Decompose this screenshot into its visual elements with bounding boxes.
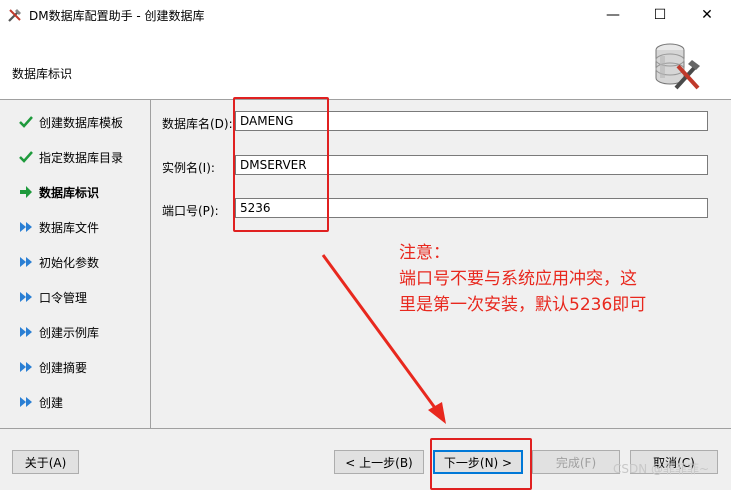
finish-button[interactable]: 完成(F) (532, 450, 620, 474)
about-button[interactable]: 关于(A) (12, 450, 79, 474)
back-button[interactable]: < 上一步(B) (334, 450, 424, 474)
next-button[interactable]: 下一步(N) > (433, 450, 523, 474)
annotation-note: 注意： 端口号不要与系统应用冲突，这 里是第一次安装，默认5236即可 (399, 243, 647, 315)
watermark: CSDN @菲菲菲~ (613, 462, 710, 476)
bottom-divider (0, 428, 731, 429)
